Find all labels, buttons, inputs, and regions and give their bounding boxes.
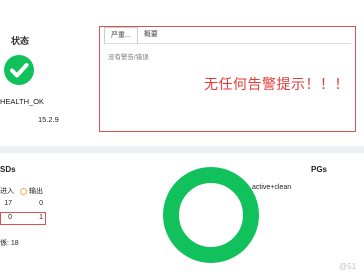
legend-out-label: 输出 (29, 188, 43, 195)
pgs-legend: active+clean (243, 184, 291, 191)
donut-slice-active+clean (163, 167, 259, 263)
legend-out-dot-icon (20, 187, 27, 195)
health-status-text: HEALTH_OK (0, 97, 45, 106)
alerts-card: 严重... 概要 没有警告/错误 无任何告警提示！！！ (99, 26, 356, 132)
osds-legend: 进入 输出 (0, 186, 43, 196)
status-title: 状态 (10, 36, 29, 46)
legend-dot-icon (243, 184, 249, 191)
legend-active-clean: active+clean (252, 184, 292, 191)
osd-row-up: 17 0 (0, 200, 46, 211)
tab-summary[interactable]: 概要 (138, 27, 164, 43)
status-panel: 状态 HEALTH_OK 15.2.9 严重... 概要 没有警告/错误 无任何… (0, 0, 364, 146)
pgs-title: PGs (311, 165, 328, 174)
legend-in-label: 进入 (0, 188, 14, 195)
annotation-text: 无任何告警提示！！！ (204, 76, 349, 92)
osd-total: 係: 18 (0, 240, 19, 247)
tab-divider (104, 43, 351, 44)
check-circle-icon (4, 55, 34, 85)
osd-out-value: 1 (39, 214, 43, 221)
no-alerts-text: 没有警告/错误 (108, 54, 149, 61)
osd-row-down: 0 1 (0, 214, 46, 225)
pg-donut-chart (163, 167, 259, 263)
watermark-text: @51 (339, 262, 357, 271)
osd-in-value: 0 (8, 214, 12, 221)
osd-in-value: 17 (4, 200, 12, 207)
osds-title: SDs (0, 165, 16, 174)
version-text: 15.2.9 (38, 115, 59, 124)
osd-out-value: 0 (39, 200, 43, 207)
alert-tabs: 严重... 概要 (104, 27, 164, 45)
